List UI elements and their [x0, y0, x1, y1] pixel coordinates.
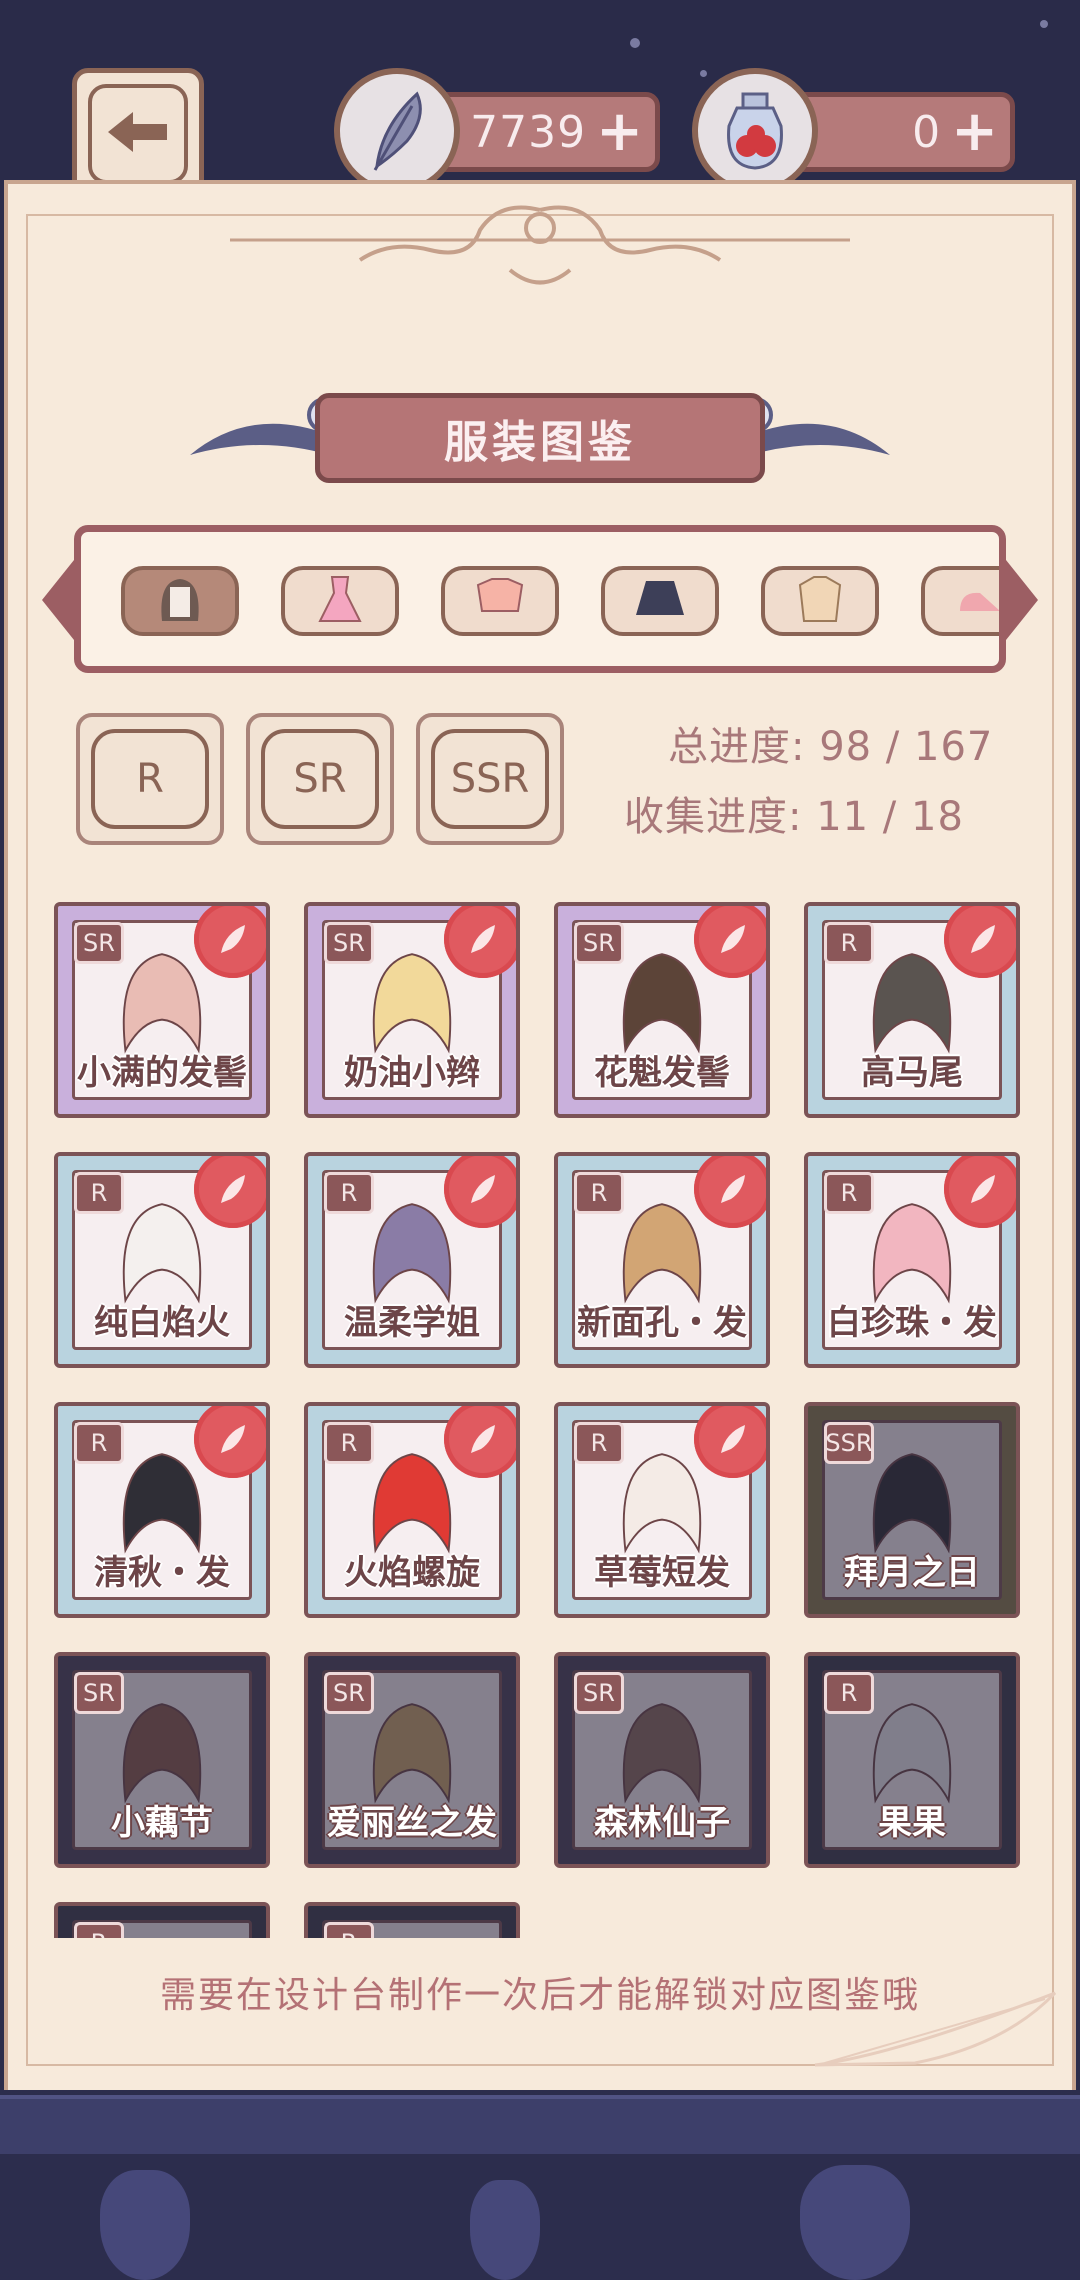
feather-decoration — [814, 1991, 1057, 2067]
collection-item[interactable]: SR 花魁发髻 — [554, 902, 770, 1118]
rarity-badge: R — [324, 1422, 374, 1464]
feather-seal-icon — [444, 906, 516, 978]
page-title: 服装图鉴 — [315, 393, 765, 483]
collection-item[interactable]: R — [304, 1902, 520, 1938]
item-grid: SR 小满的发髻 SR 奶油小辫 SR 花魁发髻 R 高马尾 R 纯白焰火 R 温柔学姐 R 新面孔・发 R… — [40, 890, 1040, 1938]
item-name: 小藕节 — [111, 1803, 213, 1843]
filter-ssr-button[interactable]: SSR — [416, 713, 564, 845]
feather-seal-icon — [444, 1156, 516, 1228]
item-name: 森林仙子 — [594, 1803, 730, 1843]
collection-item[interactable]: SR 小满的发髻 — [54, 902, 270, 1118]
arrow-left-icon — [103, 107, 173, 161]
rarity-badge: SR — [324, 922, 374, 964]
hair-icon — [150, 571, 210, 631]
filter-sr-button[interactable]: SR — [246, 713, 394, 845]
feather-seal-icon — [944, 1156, 1016, 1228]
category-tabs — [74, 525, 1006, 673]
item-name: 奶油小辫 — [344, 1053, 480, 1093]
tab-skirt[interactable] — [601, 566, 719, 636]
collection-item[interactable]: SR 奶油小辫 — [304, 902, 520, 1118]
feather-seal-icon — [944, 906, 1016, 978]
rarity-badge: R — [824, 922, 874, 964]
feather-currency: 7739 + — [430, 92, 660, 172]
feather-seal-icon — [694, 1156, 766, 1228]
collection-item[interactable]: SR 森林仙子 — [554, 1652, 770, 1868]
dress-icon — [310, 571, 370, 631]
feather-seal-icon — [444, 1406, 516, 1478]
potion-count: 0 — [912, 106, 942, 158]
ornament-decoration — [230, 205, 850, 285]
top-icon — [470, 571, 530, 631]
tab-hair[interactable] — [121, 566, 239, 636]
collection-item[interactable]: R 新面孔・发 — [554, 1152, 770, 1368]
feather-seal-icon — [694, 906, 766, 978]
feather-seal-icon — [194, 1156, 266, 1228]
collection-item[interactable]: R 火焰螺旋 — [304, 1402, 520, 1618]
item-name: 小满的发髻 — [77, 1053, 247, 1093]
item-name: 爱丽丝之发 — [327, 1803, 497, 1843]
item-name: 草莓短发 — [594, 1553, 730, 1593]
item-name: 花魁发髻 — [594, 1053, 730, 1093]
skirt-icon — [630, 571, 690, 631]
feather-seal-icon — [194, 1406, 266, 1478]
potion-currency: 0 + — [790, 92, 1015, 172]
tab-shoes[interactable] — [921, 566, 999, 636]
item-name: 白珍珠・发 — [827, 1303, 997, 1343]
collect-progress: 收集进度: 11 / 18 — [624, 794, 964, 840]
collection-item[interactable]: SR 爱丽丝之发 — [304, 1652, 520, 1868]
collection-item[interactable]: SSR 拜月之日 — [804, 1402, 1020, 1618]
rarity-badge: R — [74, 1422, 124, 1464]
coat-icon — [790, 571, 850, 631]
feather-icon — [334, 68, 460, 194]
item-name: 纯白焰火 — [94, 1303, 230, 1343]
rarity-badge: R — [74, 1172, 124, 1214]
rarity-badge: SR — [324, 1672, 374, 1714]
collection-item[interactable]: R 草莓短发 — [554, 1402, 770, 1618]
feather-count: 7739 — [470, 106, 587, 158]
item-name: 拜月之日 — [844, 1553, 980, 1593]
total-progress: 总进度: 98 / 167 — [668, 724, 994, 770]
collection-item[interactable]: R 纯白焰火 — [54, 1152, 270, 1368]
filter-r-button[interactable]: R — [76, 713, 224, 845]
collection-item[interactable]: R 清秋・发 — [54, 1402, 270, 1618]
rarity-badge: R — [324, 1172, 374, 1214]
collection-item[interactable]: R 白珍珠・发 — [804, 1152, 1020, 1368]
title-banner: 服装图鉴 — [190, 385, 890, 495]
rarity-badge: R — [74, 1922, 124, 1938]
feather-seal-icon — [694, 1406, 766, 1478]
rarity-badge: SR — [74, 922, 124, 964]
item-name: 果果 — [878, 1803, 946, 1843]
rarity-badge: SSR — [824, 1422, 874, 1464]
item-name: 清秋・发 — [94, 1553, 230, 1593]
rarity-badge: R — [824, 1672, 874, 1714]
collection-item[interactable]: R — [54, 1902, 270, 1938]
item-name: 高马尾 — [861, 1053, 963, 1093]
item-name: 火焰螺旋 — [344, 1553, 480, 1593]
item-name: 温柔学姐 — [344, 1303, 480, 1343]
rarity-badge: SR — [574, 1672, 624, 1714]
collection-item[interactable]: R 温柔学姐 — [304, 1152, 520, 1368]
tab-dress[interactable] — [281, 566, 399, 636]
collection-item[interactable]: R 高马尾 — [804, 902, 1020, 1118]
item-name: 新面孔・发 — [577, 1303, 747, 1343]
collection-item[interactable]: R 果果 — [804, 1652, 1020, 1868]
rarity-badge: R — [574, 1172, 624, 1214]
rarity-badge: R — [824, 1172, 874, 1214]
rarity-badge: R — [574, 1422, 624, 1464]
collection-item[interactable]: SR 小藕节 — [54, 1652, 270, 1868]
rarity-badge: SR — [74, 1672, 124, 1714]
potion-jar-icon — [692, 68, 818, 194]
rarity-badge: R — [324, 1922, 374, 1938]
add-feather-button[interactable]: + — [596, 104, 643, 160]
tab-top[interactable] — [441, 566, 559, 636]
shoe-icon — [950, 571, 999, 631]
feather-seal-icon — [194, 906, 266, 978]
rarity-badge: SR — [574, 922, 624, 964]
tab-coat[interactable] — [761, 566, 879, 636]
add-potion-button[interactable]: + — [951, 104, 998, 160]
